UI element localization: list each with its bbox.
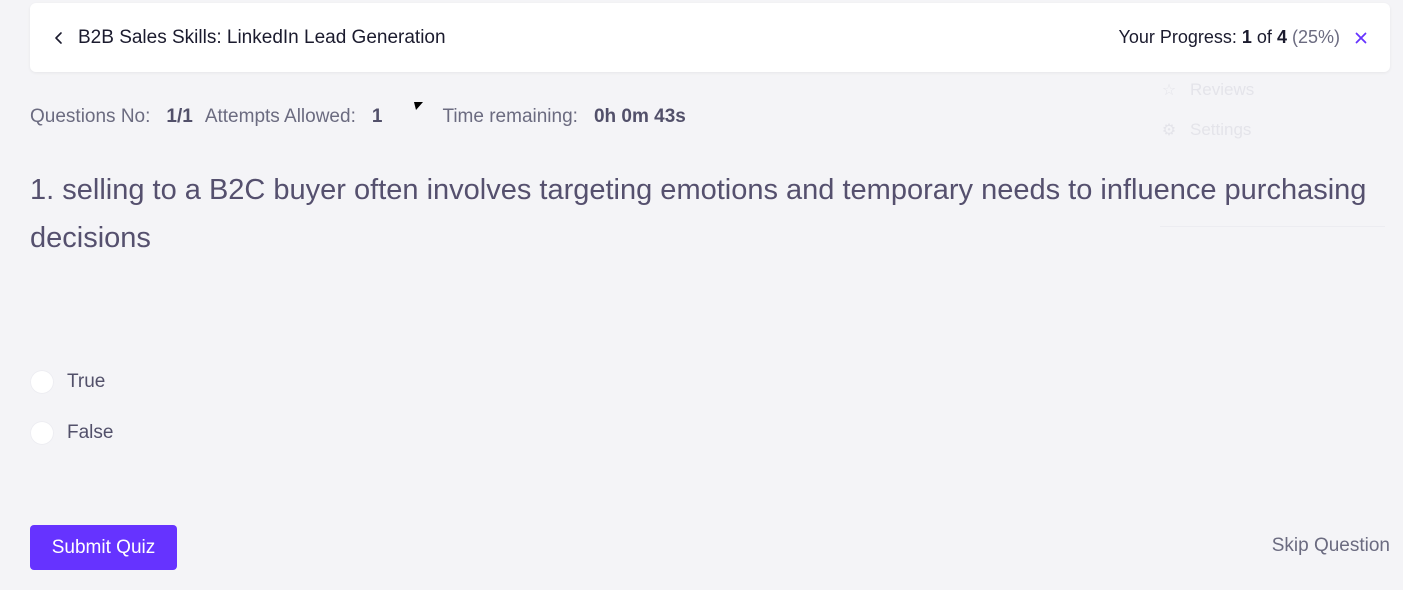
progress-total: 4 [1276,27,1287,47]
answer-options: True False [30,368,113,470]
mouse-cursor-icon [414,102,423,110]
menu-item-label: Reviews [1190,80,1255,99]
quiz-meta: Questions No: 1/1 Attempts Allowed: 1 Ti… [30,106,698,128]
attempts-label: Attempts Allowed: [204,106,356,127]
quiz-page: ☆ Reviews ⚙ Settings B2B Sales Skills: L… [0,0,1403,590]
progress-percent: (25%) [1291,27,1340,47]
menu-item-reviews: ☆ Reviews [1160,70,1385,110]
progress-label: Your Progress: [1118,27,1237,47]
skip-question-link[interactable]: Skip Question [1272,535,1390,557]
menu-item-settings: ⚙ Settings [1160,110,1385,150]
close-icon [1355,32,1367,43]
option-label: True [67,371,106,392]
star-icon: ☆ [1161,82,1177,99]
menu-item-label: Settings [1190,120,1252,139]
progress-current: 1 [1241,27,1252,47]
option-true[interactable]: True [30,368,113,396]
gear-icon: ⚙ [1161,122,1177,139]
option-false[interactable]: False [30,419,113,447]
question-text: 1. selling to a B2C buyer often involves… [30,174,1367,254]
questions-value: 1/1 [166,106,193,127]
course-title: B2B Sales Skills: LinkedIn Lead Generati… [78,26,446,48]
back-button[interactable] [50,29,68,47]
chevron-left-icon [55,31,62,44]
questions-label: Questions No: [30,106,151,127]
option-label: False [67,422,114,443]
close-button[interactable] [1352,29,1370,47]
background-menu: ☆ Reviews ⚙ Settings [1160,70,1385,227]
radio-button[interactable] [30,370,54,394]
course-header: B2B Sales Skills: LinkedIn Lead Generati… [30,3,1390,72]
radio-button[interactable] [30,421,54,445]
attempts-value: 1 [371,106,383,127]
progress-of: of [1256,27,1272,47]
time-remaining-value: 0h 0m 43s [593,106,686,127]
submit-quiz-button[interactable]: Submit Quiz [30,525,177,570]
time-label: Time remaining: [442,106,578,127]
progress-indicator: Your Progress: 1 of 4 (25%) [1118,27,1340,48]
